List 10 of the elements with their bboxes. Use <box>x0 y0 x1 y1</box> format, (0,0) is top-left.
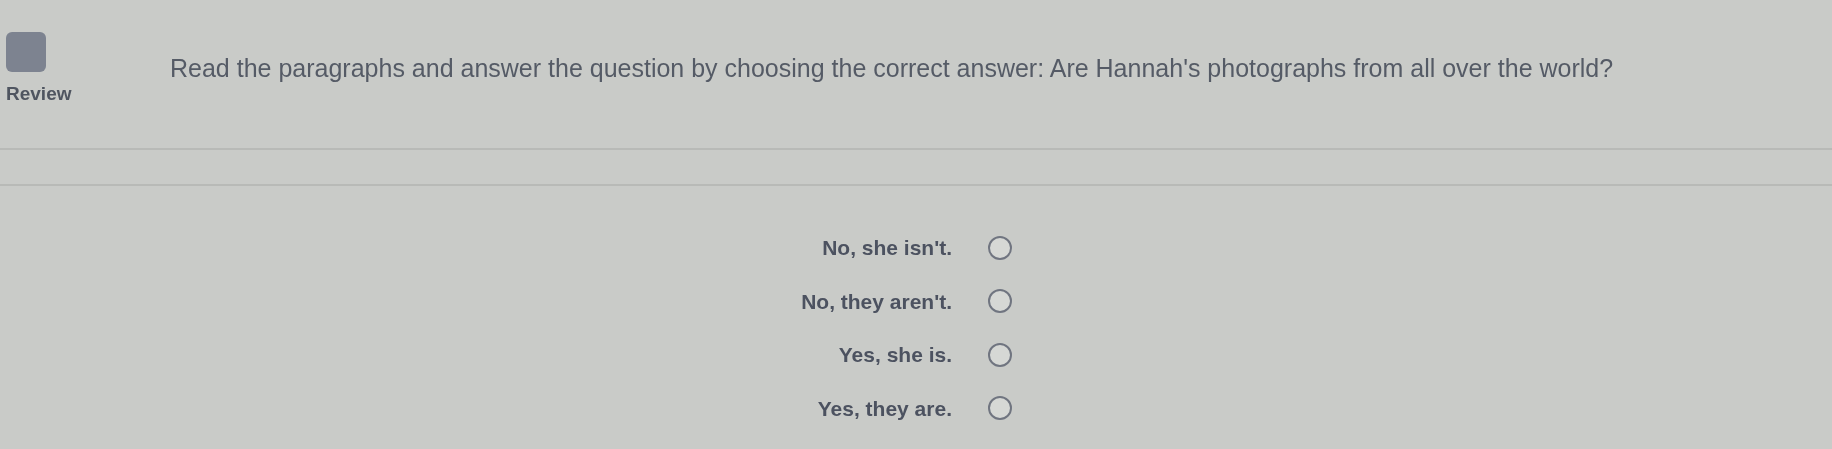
question-text: Read the paragraphs and answer the question by choosing the correct answer: Are Hannah's photographs from all over the world? <box>170 53 1614 84</box>
radio-button[interactable] <box>988 235 1012 260</box>
answer-option[interactable]: Yes, they are. <box>817 392 1012 424</box>
answer-option[interactable]: Yes, she is. <box>838 339 1012 371</box>
radio-button[interactable] <box>988 342 1012 367</box>
review-label: Review <box>6 82 72 106</box>
radio-button[interactable] <box>988 289 1012 314</box>
answer-option[interactable]: No, they aren't. <box>801 285 1012 317</box>
answer-option[interactable]: No, she isn't. <box>822 232 1012 264</box>
radio-button[interactable] <box>988 396 1012 421</box>
